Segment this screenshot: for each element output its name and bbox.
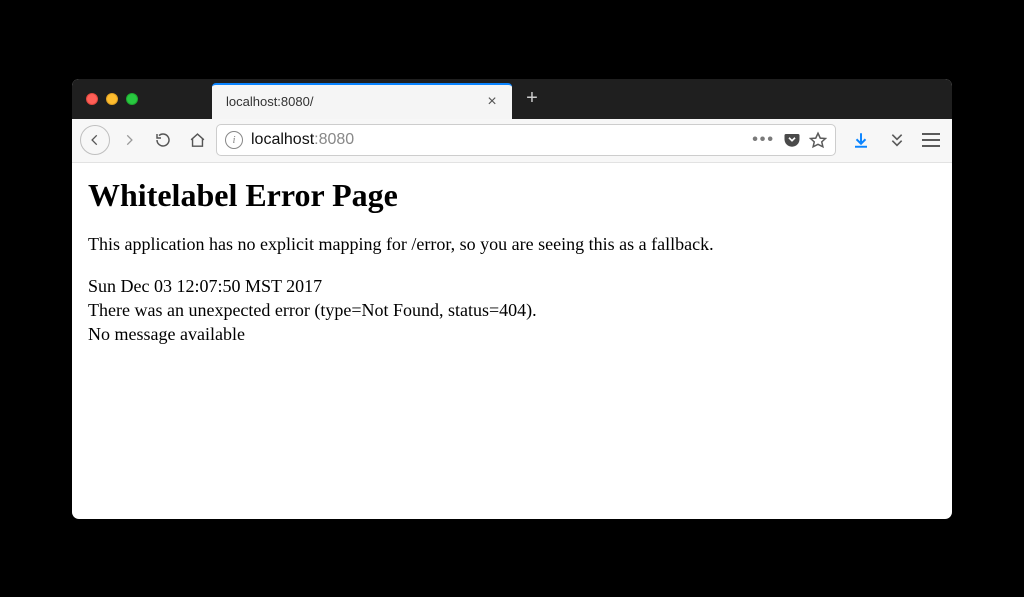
url-bar[interactable]: i localhost:8080 •••	[216, 124, 836, 156]
downloads-icon[interactable]	[846, 125, 876, 155]
error-detail: There was an unexpected error (type=Not …	[88, 298, 936, 322]
tab-title: localhost:8080/	[226, 94, 482, 109]
navigation-toolbar: i localhost:8080 •••	[72, 119, 952, 163]
error-message: No message available	[88, 322, 936, 346]
pocket-icon[interactable]	[783, 131, 801, 149]
home-button[interactable]	[182, 125, 212, 155]
browser-tab[interactable]: localhost:8080/ ×	[212, 83, 512, 119]
overflow-menu-icon[interactable]	[882, 125, 912, 155]
titlebar-spacer	[152, 79, 212, 119]
url-text: localhost:8080	[251, 131, 354, 149]
error-timestamp: Sun Dec 03 12:07:50 MST 2017	[88, 274, 936, 298]
site-info-icon[interactable]: i	[225, 131, 243, 149]
page-content: Whitelabel Error Page This application h…	[72, 163, 952, 519]
fallback-message: This application has no explicit mapping…	[88, 232, 936, 256]
close-window-button[interactable]	[86, 93, 98, 105]
close-tab-icon[interactable]: ×	[482, 93, 502, 111]
minimize-window-button[interactable]	[106, 93, 118, 105]
page-actions-icon[interactable]: •••	[752, 131, 775, 149]
hamburger-menu-icon[interactable]	[918, 127, 944, 153]
browser-window: localhost:8080/ × + i localhost:8080	[72, 79, 952, 519]
bookmark-star-icon[interactable]	[809, 131, 827, 149]
url-host: localhost	[251, 131, 314, 148]
title-bar: localhost:8080/ × +	[72, 79, 952, 119]
reload-button[interactable]	[148, 125, 178, 155]
toolbar-right	[840, 125, 944, 155]
new-tab-button[interactable]: +	[512, 79, 552, 119]
forward-button[interactable]	[114, 125, 144, 155]
back-button[interactable]	[80, 125, 110, 155]
page-heading: Whitelabel Error Page	[88, 177, 936, 214]
url-port: :8080	[314, 131, 354, 148]
zoom-window-button[interactable]	[126, 93, 138, 105]
traffic-lights	[72, 79, 152, 119]
